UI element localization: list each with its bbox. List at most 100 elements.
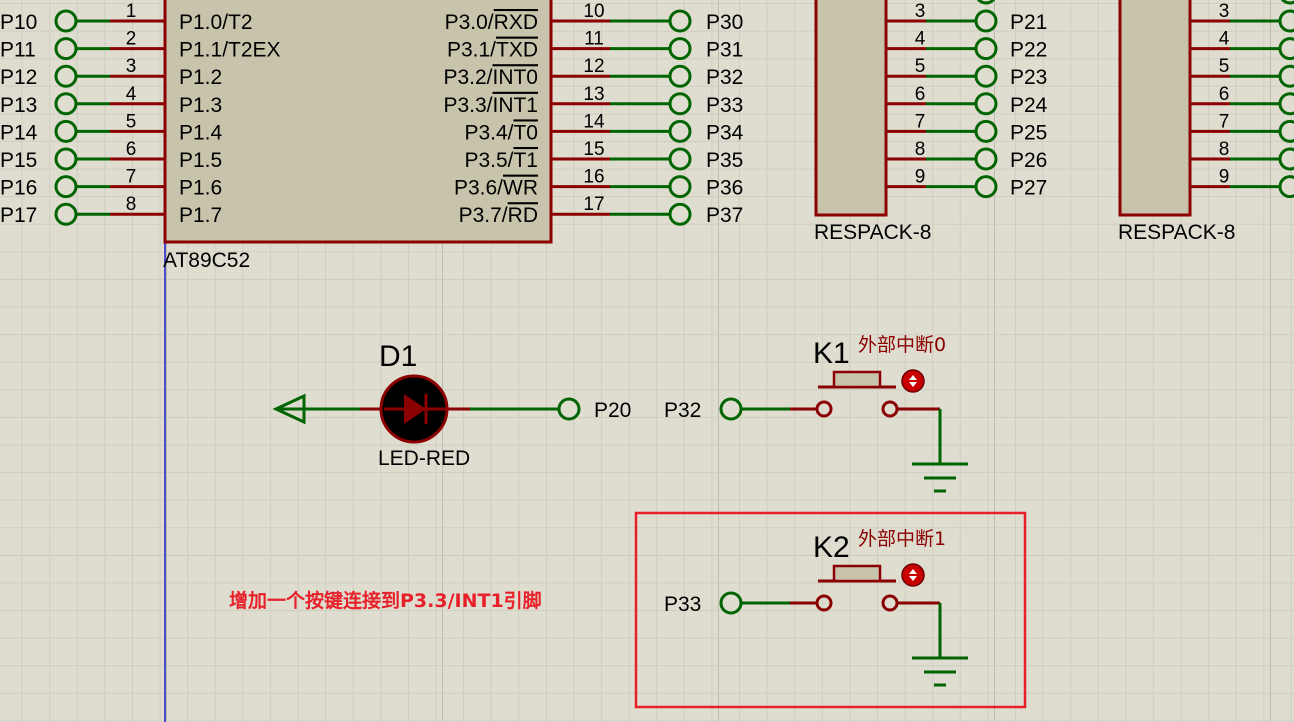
- pin-name: P3.6/WR: [454, 177, 538, 200]
- led-ref: D1: [379, 340, 417, 373]
- switches: P32 K1 外部中断0 P33 K2 外部中断1: [664, 334, 968, 687]
- terminal-p10[interactable]: [54, 9, 78, 33]
- switch-contact: [815, 400, 833, 418]
- respack-terminal[interactable]: [1278, 119, 1294, 143]
- terminal-label: P11: [0, 39, 36, 62]
- terminal-p35[interactable]: [668, 147, 692, 171]
- terminal-label: P23: [1010, 66, 1047, 89]
- respack-label: RESPACK-8: [1118, 221, 1235, 244]
- terminal-label: P25: [1010, 121, 1047, 144]
- pin-name: P3.0/RXD: [445, 11, 538, 34]
- terminal-p31[interactable]: [668, 37, 692, 61]
- respack-terminal[interactable]: [1280, 0, 1294, 5]
- switch-contact: [815, 594, 833, 612]
- pin-name-signal: WR: [503, 177, 538, 200]
- terminal-label: P10: [0, 11, 37, 34]
- pin-name: P1.6: [179, 177, 222, 200]
- respack-terminal[interactable]: [974, 175, 998, 199]
- terminal-p32[interactable]: [719, 397, 743, 421]
- terminal-p16[interactable]: [54, 175, 78, 199]
- respack-terminal[interactable]: [974, 37, 998, 61]
- respack-terminal[interactable]: [974, 64, 998, 88]
- respack-terminal[interactable]: [976, 0, 996, 5]
- terminal-label: P35: [706, 149, 743, 172]
- terminal-p13[interactable]: [54, 92, 78, 116]
- terminal-p30[interactable]: [668, 9, 692, 33]
- terminal-p36[interactable]: [668, 175, 692, 199]
- switch-ref: K2: [813, 531, 850, 564]
- respack-terminal[interactable]: [974, 9, 998, 33]
- respack-terminal[interactable]: [1278, 64, 1294, 88]
- pin-name: P1.1/T2EX: [179, 39, 281, 62]
- pin-name: P3.7/RD: [459, 204, 538, 227]
- terminal-p11[interactable]: [54, 37, 78, 61]
- switch-label: 外部中断1: [858, 528, 946, 550]
- pin-number: 3: [915, 1, 926, 22]
- pin-number: 7: [915, 111, 926, 132]
- pin-name-signal: T1: [513, 149, 538, 172]
- respack-terminal[interactable]: [1278, 175, 1294, 199]
- terminal-p15[interactable]: [54, 147, 78, 171]
- respack-body[interactable]: [814, 0, 888, 217]
- respack-body[interactable]: [1118, 0, 1192, 217]
- respack-terminal[interactable]: [974, 119, 998, 143]
- switch-button[interactable]: [832, 370, 882, 389]
- switch-contact: [881, 400, 899, 418]
- terminal-p17[interactable]: [54, 202, 78, 226]
- pin-name: P1.5: [179, 149, 222, 172]
- toggle-indicator-icon[interactable]: [901, 369, 925, 393]
- terminal-label: P13: [0, 94, 37, 117]
- respack-terminal[interactable]: [974, 147, 998, 171]
- pin-number: 8: [126, 194, 137, 215]
- pin-name-signal: RD: [508, 204, 538, 227]
- switch-label: 外部中断0: [858, 334, 946, 356]
- led-d1[interactable]: D1 LED-RED P20: [272, 340, 631, 470]
- terminal-p12[interactable]: [54, 64, 78, 88]
- terminal-p34[interactable]: [668, 119, 692, 143]
- switch-k1[interactable]: P32 K1 外部中断0: [664, 334, 968, 493]
- terminal-p14[interactable]: [54, 119, 78, 143]
- pin-name-signal: INT1: [492, 94, 538, 117]
- pin-name: P1.0/T2: [179, 11, 253, 34]
- respack-terminal[interactable]: [1278, 147, 1294, 171]
- pin-name: P3.1/TXD: [447, 39, 538, 62]
- pin-name: P3.4/T0: [464, 121, 538, 144]
- pin-name-prefix: P3.3/: [443, 94, 492, 117]
- pin-number: 4: [126, 84, 137, 105]
- terminal-label: P24: [1010, 94, 1048, 117]
- pin-number: 9: [1219, 167, 1230, 188]
- terminal-p32[interactable]: [668, 64, 692, 88]
- pin-name-signal: RXD: [494, 11, 538, 34]
- pin-name-prefix: P3.2/: [443, 66, 492, 89]
- pin-number: 12: [583, 56, 604, 77]
- pin-name-prefix: P3.7/: [459, 204, 508, 227]
- respack-terminal[interactable]: [1278, 9, 1294, 33]
- pin-number: 7: [126, 167, 137, 188]
- schematic-drawing[interactable]: AT89C52 P10 1 P1.0/T2 P11 2 P1.1/T2EX P12 3 P1.2…: [0, 0, 1294, 722]
- pin-number: 11: [584, 29, 604, 50]
- terminal-label: P31: [706, 39, 743, 62]
- pin-number: 14: [583, 111, 605, 132]
- pin-number: 8: [915, 139, 926, 160]
- pin-number: 8: [1219, 139, 1230, 160]
- terminal-p20[interactable]: [557, 397, 581, 421]
- switch-button[interactable]: [832, 564, 882, 583]
- pin-name-prefix: P3.6/: [454, 177, 503, 200]
- respack-terminal[interactable]: [974, 92, 998, 116]
- pin-number: 3: [1219, 1, 1230, 22]
- respack-terminal[interactable]: [1278, 37, 1294, 61]
- toggle-indicator-icon[interactable]: [901, 563, 925, 587]
- pin-number: 4: [1219, 29, 1230, 50]
- respack-terminal[interactable]: [1278, 92, 1294, 116]
- terminal-p33[interactable]: [719, 591, 743, 615]
- terminal-p33[interactable]: [668, 92, 692, 116]
- terminal-label: P34: [706, 121, 744, 144]
- terminal-label: P32: [706, 66, 743, 89]
- switch-contact: [881, 594, 899, 612]
- pin-number: 16: [583, 167, 604, 188]
- terminal-p37[interactable]: [668, 202, 692, 226]
- terminal-label: P15: [0, 149, 37, 172]
- pin-number: 7: [1219, 111, 1230, 132]
- switch-k2[interactable]: P33 K2 外部中断1: [664, 528, 968, 687]
- pin-number: 2: [126, 29, 137, 50]
